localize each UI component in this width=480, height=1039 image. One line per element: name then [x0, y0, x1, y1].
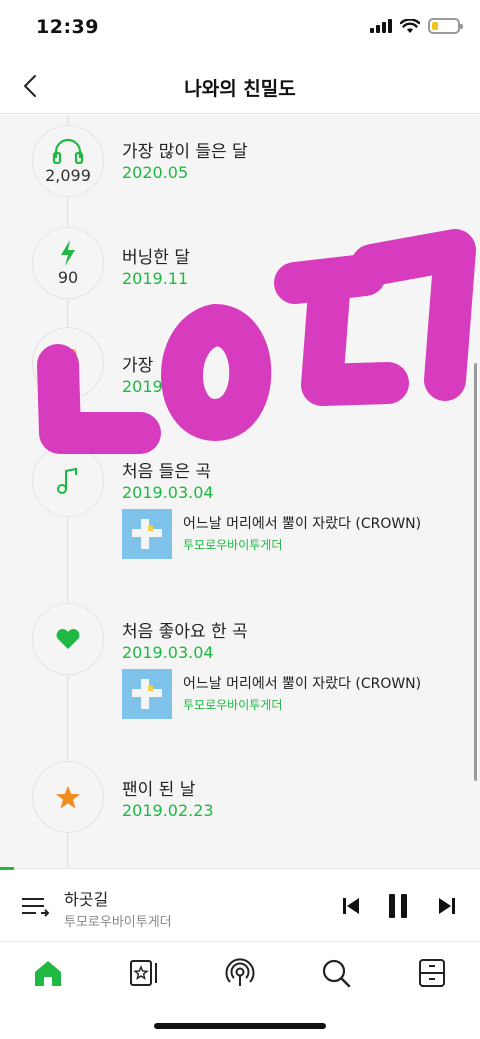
music-note-icon — [57, 467, 77, 494]
playback-progress — [0, 867, 15, 870]
heart-icon — [56, 629, 80, 649]
tab-search[interactable] — [316, 953, 356, 993]
headphones-icon — [52, 138, 84, 164]
album-art — [122, 509, 172, 559]
library-icon — [130, 960, 157, 986]
wifi-icon — [400, 18, 420, 33]
scrollbar[interactable] — [474, 363, 477, 781]
home-indicator — [154, 1023, 326, 1029]
fan-rank-count: 99 — [58, 345, 78, 364]
playlist-icon[interactable] — [20, 893, 50, 921]
album-art — [122, 669, 172, 719]
timeline-date: 2019.11 — [122, 269, 189, 288]
now-playing-title[interactable]: 하곳길 — [64, 886, 108, 910]
star-icon — [56, 785, 80, 808]
timeline-title: 팬이 된 날 — [122, 780, 196, 800]
burning-count: 90 — [57, 267, 79, 287]
status-icons — [370, 18, 463, 34]
timeline-date: 2020.05 — [122, 163, 189, 182]
timeline-circle — [32, 445, 104, 517]
song-item[interactable]: 어느날 머리에서 뿔이 자랐다 (CROWN) 투모로우바이투게더 — [122, 669, 462, 719]
signal-icon — [370, 19, 392, 33]
tab-library[interactable] — [124, 953, 164, 993]
status-time: 12:39 — [36, 16, 99, 38]
next-button[interactable] — [432, 891, 462, 921]
podcast-icon — [225, 958, 255, 986]
fan-rank-label: 팬 — [62, 365, 74, 380]
timeline-circle: 99 팬 — [32, 327, 104, 399]
previous-button[interactable] — [336, 891, 366, 921]
timeline-date: 2019 — [122, 377, 163, 396]
timeline-circle — [32, 761, 104, 833]
timeline-content[interactable]: 2,099 가장 많이 들은 달 2020.05 90 버닝한 달 2019.1… — [0, 115, 480, 868]
tab-podcast[interactable] — [220, 953, 260, 993]
status-bar: 12:39 — [0, 0, 480, 58]
lightning-icon — [61, 239, 75, 266]
timeline-date: 2019.02.23 — [122, 801, 214, 820]
next-icon — [439, 898, 455, 914]
timeline-circle: 90 — [32, 227, 104, 299]
header: 나와의 친밀도 — [0, 58, 480, 114]
timeline-date: 2019.03.04 — [122, 643, 214, 662]
search-icon — [322, 959, 351, 988]
mini-player[interactable]: 하곳길 투모로우바이투게더 — [0, 867, 480, 942]
listen-count: 2,099 — [45, 165, 91, 185]
timeline-title: 처음 좋아요 한 곡 — [122, 622, 248, 642]
song-title: 어느날 머리에서 뿔이 자랐다 (CROWN) — [183, 676, 422, 692]
timeline-title: 처음 들은 곡 — [122, 462, 212, 482]
home-icon — [35, 961, 61, 986]
timeline-circle — [32, 603, 104, 675]
timeline-title: 가장 — [122, 356, 154, 376]
song-artist: 투모로우바이투게더 — [183, 698, 283, 712]
storage-icon — [419, 959, 445, 987]
previous-icon — [343, 898, 359, 914]
song-title: 어느날 머리에서 뿔이 자랐다 (CROWN) — [183, 516, 422, 532]
page-title: 나와의 친밀도 — [184, 78, 296, 100]
timeline-date: 2019.03.04 — [122, 483, 214, 502]
song-item[interactable]: 어느날 머리에서 뿔이 자랐다 (CROWN) 투모로우바이투게더 — [122, 509, 462, 559]
tab-storage[interactable] — [412, 953, 452, 993]
tab-bar — [0, 943, 480, 1003]
song-artist: 투모로우바이투게더 — [183, 538, 283, 552]
tab-home[interactable] — [28, 953, 68, 993]
now-playing-artist: 투모로우바이투게더 — [64, 915, 172, 930]
battery-fill — [432, 22, 438, 30]
timeline-title: 가장 많이 들은 달 — [122, 142, 248, 162]
timeline-circle: 2,099 — [32, 125, 104, 197]
timeline-title: 버닝한 달 — [122, 248, 190, 268]
pause-button[interactable] — [383, 891, 413, 921]
battery-icon — [428, 18, 463, 34]
pause-icon — [389, 894, 407, 918]
